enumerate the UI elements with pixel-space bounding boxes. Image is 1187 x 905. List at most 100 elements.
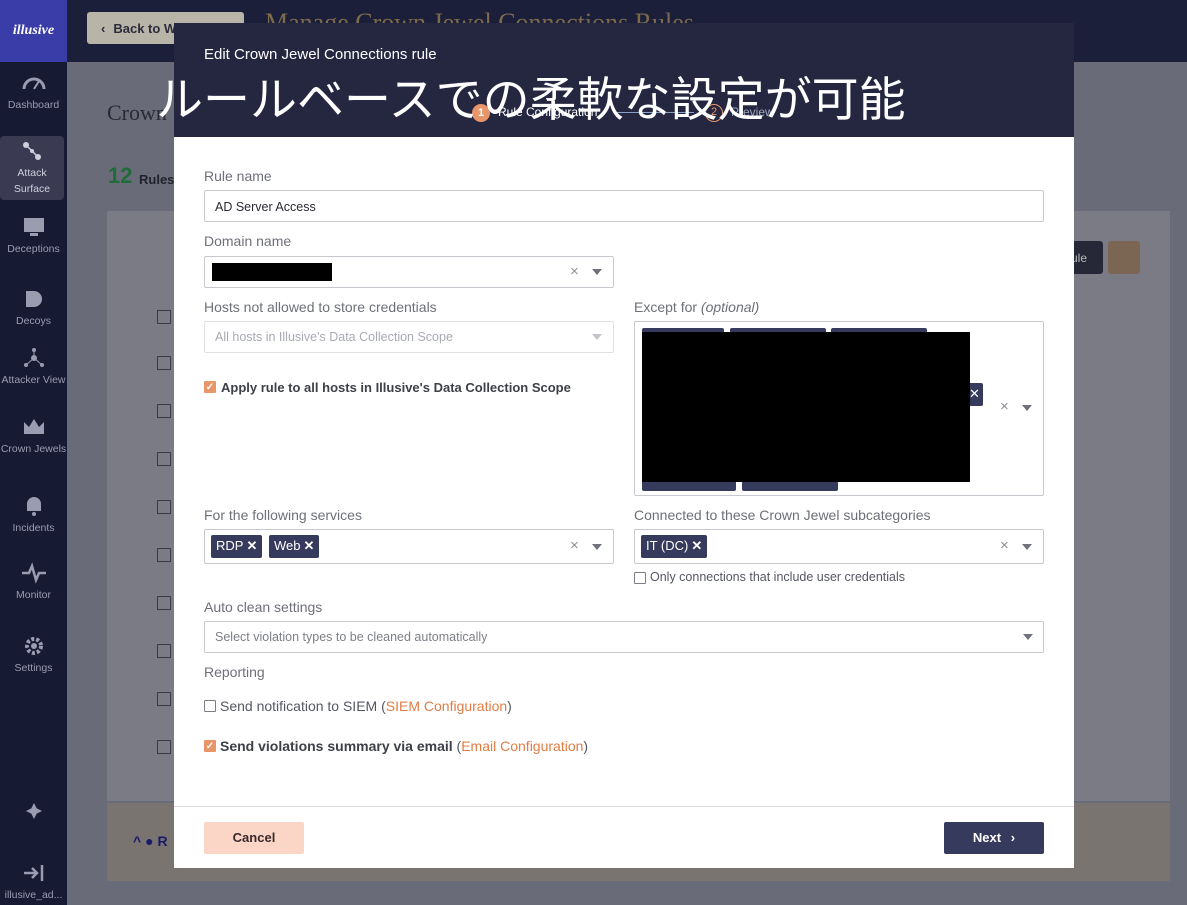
rule-count-label: Rules: [139, 172, 175, 187]
auto-clean-placeholder: Select violation types to be cleaned aut…: [215, 630, 488, 644]
decoy-icon: [25, 291, 42, 307]
apps-icon: [25, 803, 42, 819]
sidebar-item-label: Crown Jewels: [0, 443, 67, 455]
chevron-down-icon[interactable]: [1022, 405, 1032, 411]
email-configuration-link[interactable]: Email Configuration: [461, 738, 583, 754]
sidebar-item-label: Decoys: [15, 315, 51, 327]
chevron-down-icon[interactable]: [592, 269, 602, 275]
chevron-down-icon[interactable]: [1022, 544, 1032, 550]
email-checkbox[interactable]: ✓: [204, 740, 216, 752]
rule-name-label: Rule name: [204, 168, 272, 184]
subcategories-label: Connected to these Crown Jewel subcatego…: [634, 507, 931, 523]
sidebar-item-monitor[interactable]: Monitor: [0, 562, 67, 603]
cancel-button[interactable]: Cancel: [204, 822, 304, 854]
reporting-label: Reporting: [204, 664, 265, 680]
subcategory-tag: IT (DC) ✕: [641, 535, 708, 558]
siem-checkbox[interactable]: [204, 700, 216, 712]
remove-tag-icon[interactable]: ✕: [304, 538, 315, 553]
monitor-icon: [23, 218, 44, 236]
apply-all-label: Apply rule to all hosts in Illusive's Da…: [221, 380, 571, 395]
sidebar-item-attacker-view[interactable]: Attacker View: [0, 347, 67, 388]
next-button-label: Next: [972, 830, 1002, 845]
hosts-label: Hosts not allowed to store credentials: [204, 299, 437, 315]
except-for-select[interactable]: ✕ ×: [634, 321, 1044, 496]
rule-name-value: AD Server Access: [215, 200, 316, 214]
except-for-text: Except for: [634, 299, 698, 315]
sidebar-item-incidents[interactable]: Incidents: [0, 495, 67, 536]
chevron-right-icon: ›: [1010, 830, 1016, 845]
siem-text: Send notification to SIEM: [220, 698, 378, 714]
clear-icon[interactable]: ×: [1000, 537, 1009, 554]
chevron-left-icon: ‹: [101, 20, 106, 36]
row-checkbox[interactable]: [157, 404, 171, 418]
bottom-label[interactable]: ^ ● R: [133, 833, 168, 849]
chevron-down-icon[interactable]: [592, 544, 602, 550]
chevron-up-icon: ^: [133, 833, 146, 849]
clear-icon[interactable]: ×: [570, 263, 579, 280]
row-checkbox[interactable]: [157, 548, 171, 562]
optional-hint: (optional): [700, 299, 760, 315]
more-options-button[interactable]: [1108, 241, 1140, 274]
auto-clean-label: Auto clean settings: [204, 599, 323, 615]
email-label: Send violations summary via email (Email…: [220, 738, 589, 754]
except-for-label: Except for (optional): [634, 299, 759, 315]
email-text: Send violations summary via email: [220, 738, 453, 754]
sidebar-item-label: Monitor: [15, 589, 51, 601]
hosts-placeholder: All hosts in Illusive's Data Collection …: [215, 330, 453, 344]
service-tag-web: Web ✕: [269, 535, 320, 558]
sidebar-item-label: Incidents: [12, 522, 55, 534]
next-button[interactable]: Next ›: [944, 822, 1044, 854]
sidebar-item-attack-surface[interactable]: Attack Surface: [0, 136, 64, 200]
services-label: For the following services: [204, 507, 362, 523]
modal-header: Edit Crown Jewel Connections rule 1 Rule…: [156, 23, 1074, 137]
sidebar-item-dashboard[interactable]: Dashboard: [0, 72, 67, 113]
overlay-caption: ルールベースでの柔軟な設定が可能: [156, 73, 906, 128]
nodes-icon: [23, 142, 41, 160]
remove-tag-icon[interactable]: ✕: [246, 538, 257, 553]
subcategory-tag-label: IT (DC): [646, 538, 689, 553]
logout-icon: [23, 865, 43, 881]
subcategories-select[interactable]: IT (DC) ✕ ×: [634, 529, 1044, 564]
sidebar-logout[interactable]: illusive_ad...: [0, 862, 67, 903]
row-checkbox[interactable]: [157, 692, 171, 706]
row-checkbox[interactable]: [157, 452, 171, 466]
row-checkbox[interactable]: [157, 356, 171, 370]
lightbulb-icon: ●: [145, 833, 154, 849]
select-all-checkbox[interactable]: [157, 310, 171, 324]
chevron-down-icon: [592, 334, 602, 340]
bottom-label-text: R: [157, 833, 168, 849]
clear-icon[interactable]: ×: [1000, 398, 1009, 415]
chevron-down-icon[interactable]: [1023, 634, 1033, 640]
row-checkbox[interactable]: [157, 500, 171, 514]
pulse-icon: [21, 562, 46, 584]
service-tag-label: RDP: [216, 538, 244, 553]
domain-name-label: Domain name: [204, 233, 292, 249]
row-checkbox[interactable]: [157, 644, 171, 658]
sidebar-item-settings[interactable]: Settings: [0, 635, 67, 676]
sidebar-item-crown-jewels[interactable]: Crown Jewels: [0, 416, 67, 457]
auto-clean-select[interactable]: Select violation types to be cleaned aut…: [204, 621, 1044, 653]
remove-tag-icon[interactable]: ✕: [691, 538, 702, 553]
sidebar-item-label: Attack Surface: [13, 167, 51, 195]
sidebar-item-decoys[interactable]: Decoys: [0, 288, 67, 329]
network-icon: [23, 348, 44, 367]
only-credentials-checkbox[interactable]: [634, 572, 646, 584]
domain-name-select[interactable]: ×: [204, 256, 614, 288]
user-name: illusive_ad...: [4, 889, 63, 901]
crown-icon: [23, 419, 44, 434]
hosts-select[interactable]: All hosts in Illusive's Data Collection …: [204, 321, 614, 353]
sidebar-item-label: Dashboard: [7, 99, 60, 111]
row-checkbox[interactable]: [157, 596, 171, 610]
sidebar-apps[interactable]: [0, 800, 67, 825]
only-credentials-label: Only connections that include user crede…: [650, 570, 906, 584]
siem-configuration-link[interactable]: SIEM Configuration: [386, 698, 507, 714]
rule-count: 12: [108, 163, 133, 188]
sidebar-item-deceptions[interactable]: Deceptions: [0, 216, 67, 257]
row-checkbox[interactable]: [157, 740, 171, 754]
clear-icon[interactable]: ×: [570, 537, 579, 554]
rule-name-input[interactable]: AD Server Access: [204, 190, 1044, 222]
apply-all-checkbox[interactable]: ✓: [204, 381, 216, 393]
illusive-logo[interactable]: illusive: [0, 0, 67, 62]
services-select[interactable]: RDP ✕ Web ✕ ×: [204, 529, 614, 564]
sidebar: illusive Dashboard Attack Surface Decept…: [0, 0, 67, 905]
